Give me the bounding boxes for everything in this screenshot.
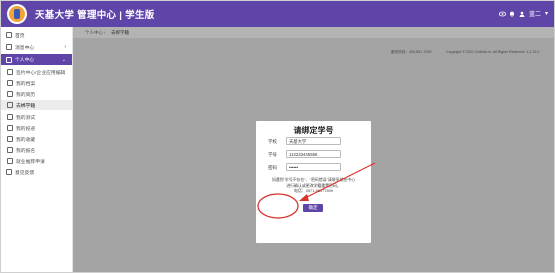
sidebar-item-registrations[interactable]: 我的报名 bbox=[1, 145, 72, 155]
app-title: 天基大学 管理中心 | 学生版 bbox=[35, 10, 155, 21]
school-field[interactable]: 天基大学 bbox=[286, 137, 341, 145]
form-icon bbox=[7, 147, 13, 153]
chevron-down-icon: ⌄ bbox=[61, 56, 66, 63]
chevron-right-icon: › bbox=[64, 44, 66, 50]
doc-icon bbox=[7, 91, 13, 97]
main-overlay: 个人中心 › 去绑学籍 服务热线：400-651-7299 Copyright … bbox=[73, 27, 554, 272]
sidebar-item-favorites[interactable]: 我的收藏 bbox=[1, 134, 72, 144]
sidebar: 首页 消息中心 › 个人中心 ⌄ 签约中心/企业应用编辑 我的档案 我的简历 去绑学… bbox=[1, 27, 73, 272]
sidebar-item-bind-enrollment[interactable]: 去绑学籍 bbox=[1, 100, 72, 110]
eye-icon[interactable] bbox=[498, 11, 507, 17]
top-bar: 天基大学 管理中心 | 学生版 蓝二 ▾ bbox=[1, 1, 554, 27]
star-icon bbox=[7, 136, 13, 142]
feedback-icon bbox=[6, 169, 12, 175]
breadcrumb-home[interactable]: 个人中心 bbox=[85, 30, 103, 36]
sidebar-item-recommend-apply[interactable]: 就业推荐申请 bbox=[1, 156, 72, 166]
edit-icon bbox=[7, 69, 13, 75]
confirm-button[interactable]: 确定 bbox=[303, 204, 323, 212]
student-id-label: 学号 bbox=[268, 152, 277, 157]
send-icon bbox=[7, 125, 13, 131]
help-note: 如遇到"学号不存在"、"密码错误"请联系就业中心 进行确认或更改学籍重置密码。 … bbox=[264, 177, 363, 194]
service-phone: 服务热线：400-651-7299 bbox=[391, 50, 432, 54]
bind-student-id-dialog: 请绑定学号 学校 天基大学 学号 112233445566 密码 •••••• … bbox=[256, 121, 371, 243]
help-note-line-3: 电话：0571-86077899 bbox=[294, 188, 333, 194]
sidebar-item-messages[interactable]: 消息中心 › bbox=[1, 42, 72, 52]
user-icon bbox=[6, 56, 12, 63]
sidebar-item-tests[interactable]: 我的测试 bbox=[1, 112, 72, 122]
sidebar-item-archive[interactable]: 我的档案 bbox=[1, 78, 72, 88]
dialog-title: 请绑定学号 bbox=[293, 126, 334, 135]
logo bbox=[7, 4, 27, 24]
sidebar-item-personal-center[interactable]: 个人中心 ⌄ bbox=[1, 54, 72, 65]
copyright: Copyright © 2021 GoHold.io. All Rights R… bbox=[446, 50, 540, 54]
breadcrumb-current: 去绑学籍 bbox=[111, 30, 129, 35]
sidebar-item-feedback[interactable]: 意见反馈 bbox=[1, 167, 72, 177]
user-icon[interactable] bbox=[519, 11, 525, 17]
student-id-field[interactable]: 112233445566 bbox=[286, 150, 341, 158]
user-name[interactable]: 蓝二 bbox=[529, 9, 541, 18]
sidebar-item-deliveries[interactable]: 我的投递 bbox=[1, 123, 72, 133]
chevron-down-icon[interactable]: ▾ bbox=[545, 10, 548, 17]
password-label: 密码 bbox=[268, 165, 277, 170]
chat-icon bbox=[6, 44, 12, 50]
app-window: 天基大学 管理中心 | 学生版 蓝二 ▾ 首页 消息中心 › 个人中心 ⌄ 签约中心… bbox=[0, 0, 555, 273]
help-note-line-1: 如遇到"学号不存在"、"密码错误"请联系就业中心 bbox=[271, 177, 356, 182]
school-label: 学校 bbox=[268, 139, 277, 144]
breadcrumb-separator: › bbox=[104, 30, 106, 35]
doc-icon bbox=[7, 80, 13, 86]
breadcrumb: 个人中心 › 去绑学籍 bbox=[73, 27, 554, 38]
list-icon bbox=[7, 102, 13, 108]
apply-icon bbox=[7, 158, 13, 164]
password-field[interactable]: •••••• bbox=[286, 163, 341, 171]
top-right-actions: 蓝二 ▾ bbox=[498, 9, 548, 18]
sidebar-item-home[interactable]: 首页 bbox=[1, 30, 72, 40]
test-icon bbox=[7, 114, 13, 120]
sidebar-item-signing[interactable]: 签约中心/企业应用编辑 bbox=[1, 67, 72, 77]
home-icon bbox=[6, 32, 12, 38]
sidebar-item-resume[interactable]: 我的简历 bbox=[1, 89, 72, 99]
bell-icon[interactable] bbox=[509, 11, 515, 17]
